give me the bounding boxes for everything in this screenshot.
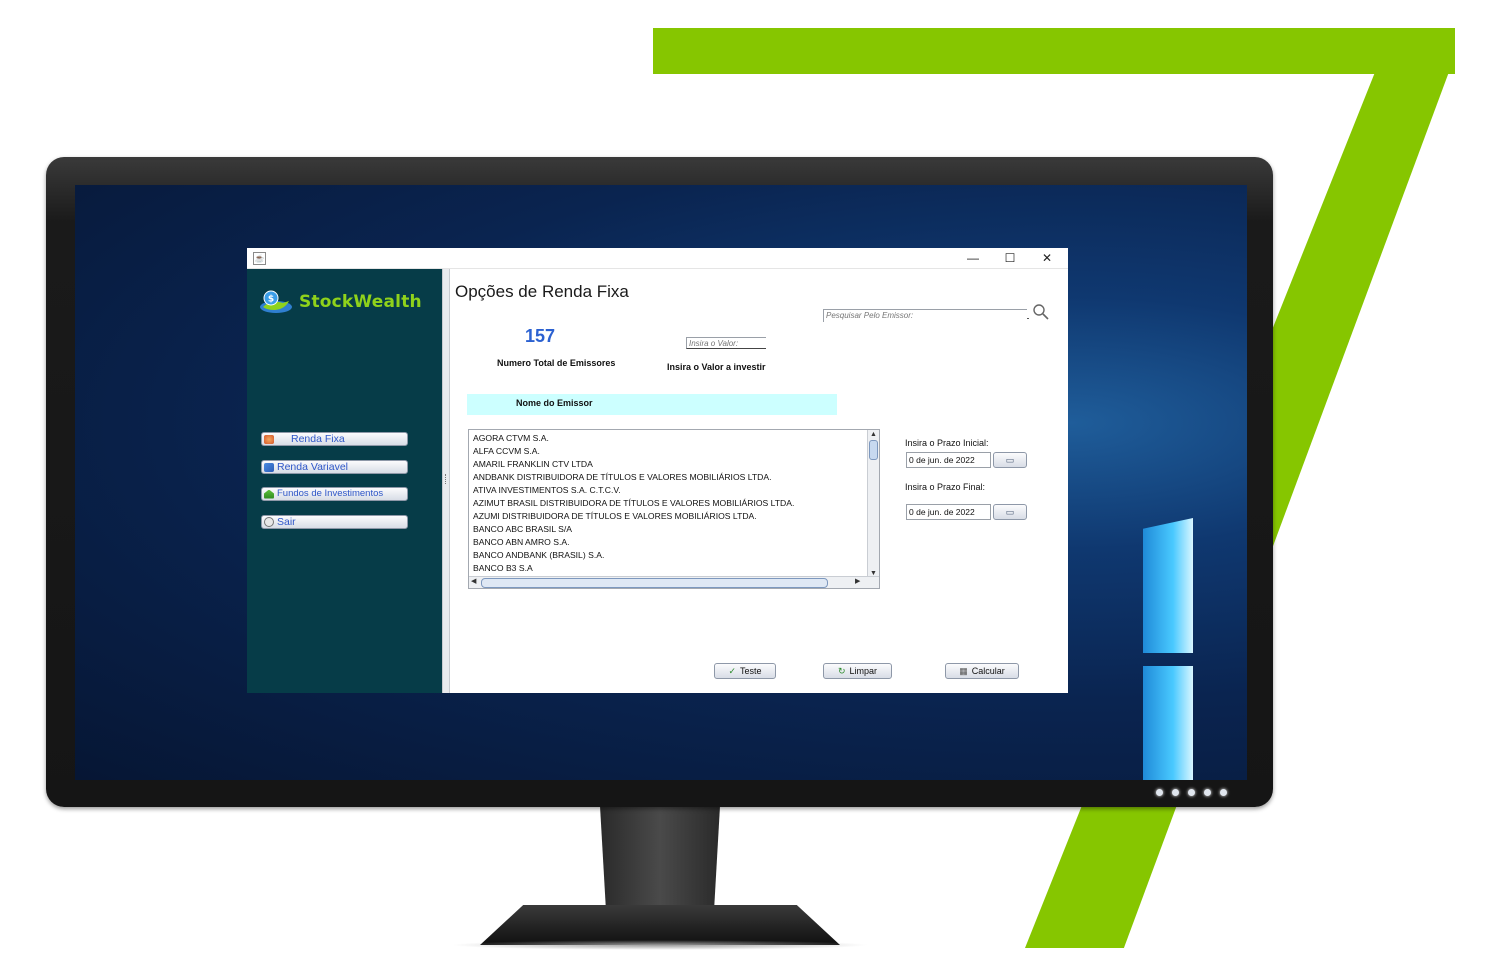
prazo-inicial-field[interactable]: 0 de jun. de 2022	[906, 452, 991, 468]
list-item[interactable]: AGORA CTVM S.A.	[473, 432, 863, 445]
nav-sair-label: Sair	[277, 516, 296, 528]
check-icon: ✓	[728, 665, 737, 676]
windows-logo	[1143, 518, 1193, 780]
list-item[interactable]: ANDBANK DISTRIBUIDORA DE TÍTULOS E VALOR…	[473, 471, 863, 484]
brand-logo: $ StockWealth	[259, 289, 422, 315]
investment-value-input[interactable]	[686, 337, 766, 349]
hand-coin-icon: $	[260, 290, 292, 313]
issuer-list-items: AGORA CTVM S.A. ALFA CCVM S.A. AMARIL FRAN…	[473, 432, 863, 588]
list-item[interactable]: BANCO B3 S.A	[473, 562, 863, 575]
nav-fundos-button[interactable]: Fundos de Investimentos	[261, 487, 408, 501]
nav-sair-button[interactable]: Sair	[261, 515, 408, 529]
split-pane-divider[interactable]	[442, 269, 450, 693]
minimize-button[interactable]: —	[955, 249, 991, 267]
horizontal-scrollbar[interactable]: ◀ ▶	[469, 576, 879, 588]
monitor-leds	[1156, 789, 1227, 796]
teste-button[interactable]: ✓ Teste	[714, 663, 776, 679]
refresh-icon: ↻	[837, 665, 846, 676]
nav-fundos-label: Fundos de Investimentos	[277, 488, 384, 499]
calendar-icon: ▭	[1005, 507, 1015, 517]
brand-name: StockWealth	[299, 292, 422, 312]
calendar-icon: ▭	[1005, 455, 1015, 465]
scroll-left-icon[interactable]: ◀	[471, 577, 476, 587]
total-issuers-label: Numero Total de Emissores	[497, 358, 616, 368]
prazo-final-calendar-button[interactable]: ▭	[993, 504, 1027, 520]
maximize-button[interactable]: ☐	[992, 249, 1028, 267]
vertical-scroll-thumb[interactable]	[869, 440, 878, 460]
issuer-column-header: Nome do Emissor	[467, 394, 837, 415]
issuer-list[interactable]: AGORA CTVM S.A. ALFA CCVM S.A. AMARIL FRAN…	[468, 429, 880, 589]
svg-text:$: $	[268, 295, 274, 305]
list-item[interactable]: AZUMI DISTRIBUIDORA DE TÍTULOS E VALORES…	[473, 510, 863, 523]
horizontal-scroll-thumb[interactable]	[481, 578, 828, 588]
investment-value-label: Insira o Valor a investir	[667, 362, 766, 372]
java-app-icon: ☕	[253, 252, 266, 265]
nav-renda-variavel-button[interactable]: Renda Variavel	[261, 460, 408, 474]
vertical-scrollbar[interactable]: ▲ ▼	[867, 430, 879, 578]
chart-icon	[264, 462, 274, 472]
list-item[interactable]: BANCO ANDBANK (BRASIL) S.A.	[473, 549, 863, 562]
scroll-up-icon[interactable]: ▲	[868, 430, 879, 439]
close-button[interactable]: ✕	[1029, 249, 1065, 267]
app-window: ☕ — ☐ ✕ $ StockWealth Renda Fixa Renda V…	[247, 248, 1068, 693]
limpar-button[interactable]: ↻ Limpar	[823, 663, 892, 679]
monitor-shadow	[450, 940, 870, 950]
exit-icon	[264, 517, 274, 527]
house-icon	[264, 489, 274, 499]
search-wrapper	[823, 305, 1029, 322]
calcular-button-label: Calcular	[971, 666, 1005, 676]
prazo-final-field[interactable]: 0 de jun. de 2022	[906, 504, 991, 520]
monitor-neck	[600, 806, 720, 911]
prazo-inicial-calendar-button[interactable]: ▭	[993, 452, 1027, 468]
prazo-final-label: Insira o Prazo Final:	[905, 482, 986, 492]
calculator-icon: ▦	[959, 665, 968, 676]
decorative-seven-top	[653, 28, 1455, 74]
monitor-base	[480, 905, 840, 945]
list-item[interactable]: AZIMUT BRASIL DISTRIBUIDORA DE TÍTULOS E…	[473, 497, 863, 510]
list-item[interactable]: ATIVA INVESTIMENTOS S.A. C.T.C.V.	[473, 484, 863, 497]
list-item[interactable]: ALFA CCVM S.A.	[473, 445, 863, 458]
page-title: Opções de Renda Fixa	[455, 282, 629, 301]
nav-renda-fixa-label: Renda Fixa	[291, 433, 345, 445]
search-icon[interactable]	[1032, 303, 1050, 321]
teste-button-label: Teste	[740, 666, 762, 676]
search-input[interactable]	[823, 308, 1027, 322]
sidebar: $ StockWealth Renda Fixa Renda Variavel …	[247, 269, 442, 693]
list-item[interactable]: AMARIL FRANKLIN CTV LTDA	[473, 458, 863, 471]
nav-renda-variavel-label: Renda Variavel	[277, 461, 349, 473]
nav-renda-fixa-button[interactable]: Renda Fixa	[261, 432, 408, 446]
coins-icon	[264, 434, 274, 444]
limpar-button-label: Limpar	[849, 666, 878, 676]
issuer-column-header-label: Nome do Emissor	[516, 398, 593, 408]
list-item[interactable]: BANCO ABN AMRO S.A.	[473, 536, 863, 549]
total-issuers-count: 157	[525, 326, 556, 346]
list-item[interactable]: BANCO ABC BRASIL S/A	[473, 523, 863, 536]
prazo-inicial-label: Insira o Prazo Inicial:	[905, 438, 989, 448]
calcular-button[interactable]: ▦ Calcular	[945, 663, 1019, 679]
title-bar: ☕ — ☐ ✕	[247, 248, 1068, 269]
scroll-right-icon[interactable]: ▶	[855, 577, 860, 587]
